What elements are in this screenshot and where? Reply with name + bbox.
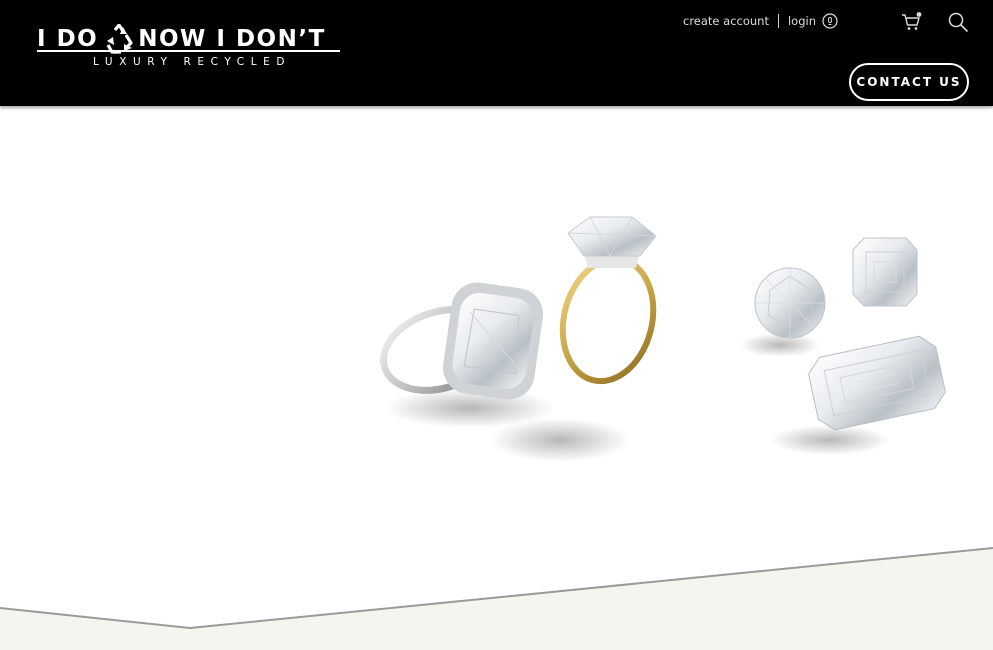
logo-tagline: LUXURY RECYCLED: [93, 56, 292, 68]
solitaire-ring: [559, 216, 657, 385]
round-diamond: [754, 267, 826, 339]
page: I DO NOW I DON’T LUXURY RECYCLED create …: [0, 0, 993, 650]
hero-section: [0, 106, 993, 650]
stone-shadow: [770, 425, 890, 455]
emerald-diamond-small: [852, 237, 918, 307]
ring-shadow: [490, 418, 630, 462]
create-account-link[interactable]: create account: [683, 14, 769, 28]
account-links: create account login: [683, 11, 838, 31]
logo-underline: [37, 50, 340, 52]
site-header: I DO NOW I DON’T LUXURY RECYCLED create …: [0, 0, 993, 106]
hero-image: [0, 216, 993, 650]
brand-logo[interactable]: I DO NOW I DON’T LUXURY RECYCLED: [37, 24, 340, 70]
login-link[interactable]: login: [788, 14, 816, 28]
contact-us-button[interactable]: CONTACT US: [849, 63, 969, 101]
search-icon[interactable]: [947, 11, 969, 33]
emerald-diamond-large: [808, 335, 946, 431]
cart-icon[interactable]: [900, 11, 922, 33]
link-divider: [777, 14, 779, 28]
user-icon[interactable]: [822, 13, 838, 29]
halo-ring: [380, 282, 543, 400]
